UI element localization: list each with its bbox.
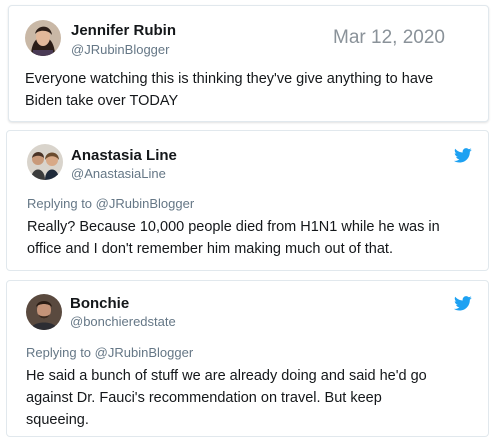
tweet-text: Everyone watching this is thinking they'… xyxy=(25,68,480,112)
tweet-text-line: squeeing. xyxy=(26,412,89,428)
author-handle[interactable]: @AnastasiaLine xyxy=(71,166,166,182)
tweet-text: He said a bunch of stuff we are already … xyxy=(26,365,481,431)
replying-to: Replying to @JRubinBlogger xyxy=(27,196,194,212)
replying-prefix: Replying to xyxy=(26,345,92,360)
author-name[interactable]: Bonchie xyxy=(70,295,129,313)
replying-prefix: Replying to xyxy=(27,196,93,211)
tweet-text-line: against Dr. Fauci's recommendation on tr… xyxy=(26,390,382,406)
author-handle[interactable]: @JRubinBlogger xyxy=(71,42,169,58)
replying-to-mention[interactable]: @JRubinBlogger xyxy=(95,345,193,360)
replying-to-mention[interactable]: @JRubinBlogger xyxy=(96,196,194,211)
replying-to: Replying to @JRubinBlogger xyxy=(26,345,193,361)
avatar[interactable] xyxy=(27,144,63,180)
tweet-text-line: office and I don't remember him making m… xyxy=(27,241,393,257)
twitter-bird-icon[interactable] xyxy=(454,296,472,311)
tweet-text-line: Biden take over TODAY xyxy=(25,93,179,109)
reply-tweet-card: Anastasia Line @AnastasiaLine Replying t… xyxy=(6,130,489,271)
tweet-text-line: He said a bunch of stuff we are already … xyxy=(26,368,427,384)
reply-tweet-card: Bonchie @bonchieredstate Replying to @JR… xyxy=(6,280,489,437)
avatar[interactable] xyxy=(25,20,61,56)
avatar[interactable] xyxy=(26,294,62,330)
author-name[interactable]: Jennifer Rubin xyxy=(71,22,176,40)
tweet-text: Really? Because 10,000 people died from … xyxy=(27,216,482,260)
main-tweet-card: Jennifer Rubin @JRubinBlogger Mar 12, 20… xyxy=(8,5,489,122)
tweet-text-line: Really? Because 10,000 people died from … xyxy=(27,219,440,235)
author-name[interactable]: Anastasia Line xyxy=(71,147,177,165)
twitter-bird-icon[interactable] xyxy=(454,148,472,163)
tweet-text-line: Everyone watching this is thinking they'… xyxy=(25,71,434,87)
tweet-date[interactable]: Mar 12, 2020 xyxy=(333,27,445,49)
author-handle[interactable]: @bonchieredstate xyxy=(70,314,176,330)
